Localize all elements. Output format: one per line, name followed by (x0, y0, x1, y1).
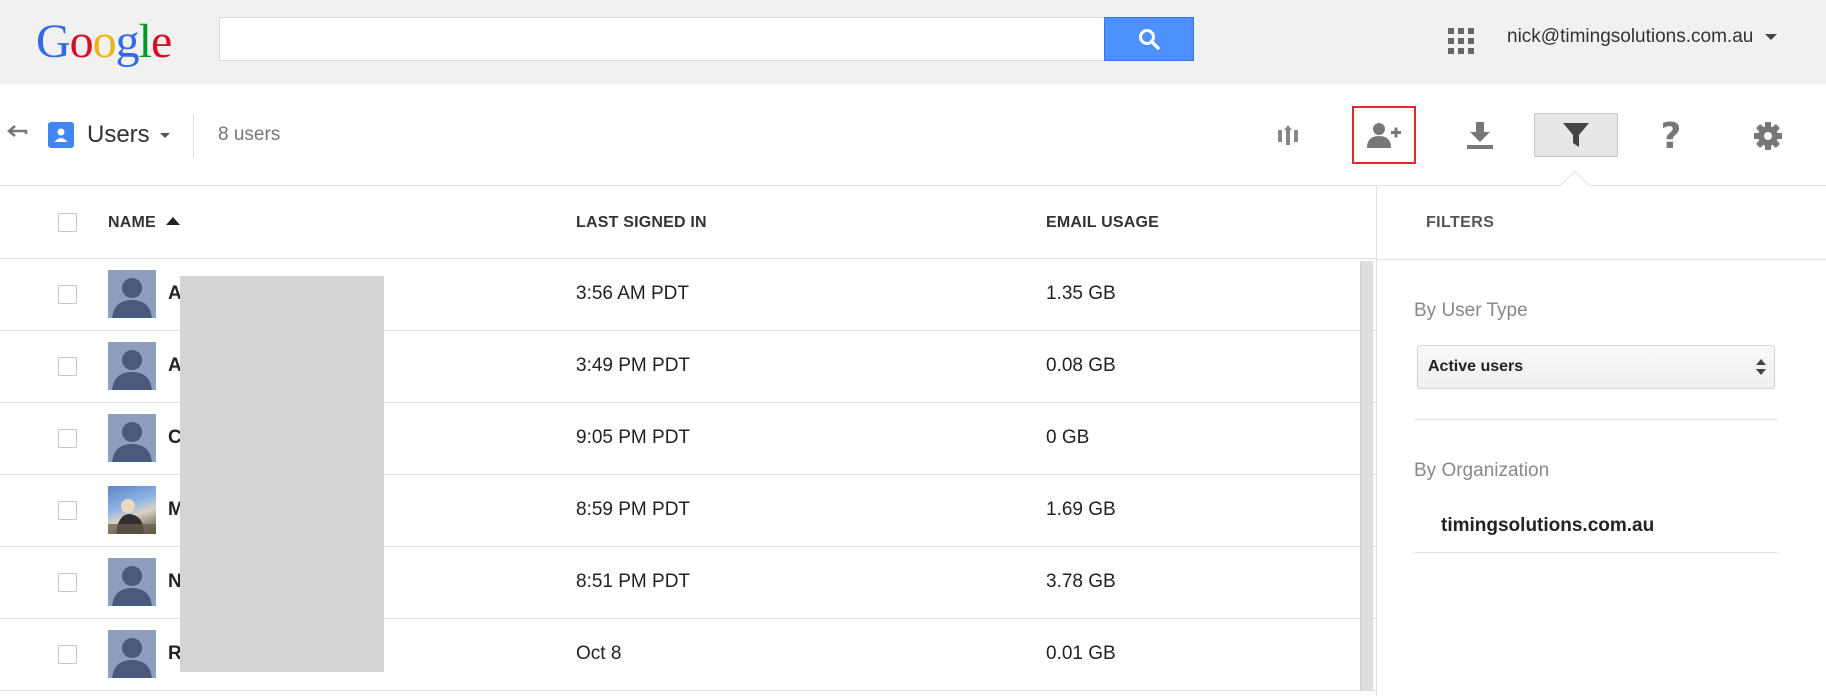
chevron-down-icon (159, 133, 170, 139)
account-email: nick@timingsolutions.com.au (1507, 26, 1754, 47)
settings-button[interactable] (1750, 108, 1786, 164)
divider (193, 114, 194, 158)
search-icon (1139, 29, 1160, 50)
last-signed-in: 3:49 PM PDT (576, 355, 691, 376)
by-organization-label: By Organization (1414, 460, 1550, 481)
toolbar: Users 8 users ? (0, 84, 1826, 186)
row-checkbox[interactable] (58, 357, 77, 376)
last-signed-in: 3:56 AM PDT (576, 283, 689, 304)
add-user-button[interactable] (1352, 106, 1416, 164)
search-input[interactable] (219, 17, 1105, 61)
google-logo[interactable]: Google (36, 14, 172, 70)
sort-icon (1278, 125, 1298, 145)
default-avatar-icon (112, 638, 152, 678)
gear-icon (1754, 122, 1782, 150)
user-type-select[interactable]: Active users (1417, 345, 1775, 389)
row-checkbox[interactable] (58, 645, 77, 664)
email-usage: 0.01 GB (1046, 643, 1116, 664)
help-button[interactable]: ? (1656, 108, 1686, 164)
table-header: NAME LAST SIGNED IN EMAIL USAGE (0, 186, 1376, 259)
divider (1414, 419, 1778, 420)
default-avatar-icon (112, 566, 152, 606)
search-button[interactable] (1104, 17, 1194, 61)
default-avatar-icon (112, 278, 152, 318)
select-all-checkbox[interactable] (58, 213, 77, 232)
redaction-block (180, 276, 384, 672)
user-count: 8 users (218, 124, 281, 145)
logo-letter: e (151, 15, 172, 68)
default-avatar-icon (112, 350, 152, 390)
email-usage: 3.78 GB (1046, 571, 1116, 592)
divider (1377, 259, 1826, 260)
apps-grid-icon[interactable] (1448, 28, 1474, 54)
avatar-photo (108, 486, 156, 534)
photo-avatar-icon (108, 499, 156, 534)
chevron-down-icon (1765, 33, 1778, 40)
logo-letter: g (115, 15, 140, 68)
default-avatar-icon (112, 422, 152, 462)
back-arrow-icon[interactable] (6, 120, 34, 144)
email-usage: 0.08 GB (1046, 355, 1116, 376)
section-title: Users (87, 121, 150, 148)
logo-letter: G (36, 15, 71, 68)
download-users-button[interactable] (1462, 108, 1498, 164)
top-bar: Google nick@timingsolutions.com.au (0, 0, 1826, 84)
email-usage: 1.69 GB (1046, 499, 1116, 520)
logo-letter: o (69, 15, 94, 68)
avatar (108, 270, 156, 318)
divider (1414, 552, 1778, 553)
avatar (108, 558, 156, 606)
select-arrows-icon (1756, 359, 1766, 377)
avatar (108, 414, 156, 462)
users-app-icon (48, 122, 74, 148)
column-header-name[interactable]: NAME (108, 214, 180, 232)
last-signed-in: 9:05 PM PDT (576, 427, 691, 448)
add-user-icon (1367, 123, 1401, 148)
filters-panel: FILTERS By User Type Active users By Org… (1376, 186, 1826, 696)
by-user-type-label: By User Type (1414, 300, 1528, 321)
person-icon (54, 128, 68, 142)
filter-icon (1563, 123, 1589, 147)
filter-button[interactable] (1534, 113, 1618, 157)
row-checkbox[interactable] (58, 501, 77, 520)
organization-item[interactable]: timingsolutions.com.au (1441, 515, 1654, 537)
column-label: NAME (108, 214, 156, 231)
row-checkbox[interactable] (58, 573, 77, 592)
sort-columns-button[interactable] (1270, 108, 1306, 164)
avatar (108, 630, 156, 678)
sort-ascending-icon (165, 216, 180, 225)
row-checkbox[interactable] (58, 429, 77, 448)
column-header-last-signed-in[interactable]: LAST SIGNED IN (576, 214, 707, 232)
email-usage: 1.35 GB (1046, 283, 1116, 304)
avatar (108, 342, 156, 390)
column-header-email-usage[interactable]: EMAIL USAGE (1046, 214, 1159, 232)
last-signed-in: 8:59 PM PDT (576, 499, 691, 520)
logo-letter: o (92, 15, 117, 68)
last-signed-in: Oct 8 (576, 643, 622, 664)
user-type-selected: Active users (1428, 358, 1524, 375)
row-checkbox[interactable] (58, 285, 77, 304)
download-icon (1467, 122, 1493, 149)
section-switcher[interactable]: Users (87, 121, 170, 149)
account-menu[interactable]: nick@timingsolutions.com.au (1507, 26, 1778, 48)
help-icon: ? (1660, 115, 1682, 157)
filters-title: FILTERS (1426, 214, 1495, 231)
table-scrollbar[interactable] (1360, 261, 1373, 691)
last-signed-in: 8:51 PM PDT (576, 571, 691, 592)
logo-letter: l (138, 15, 152, 68)
email-usage: 0 GB (1046, 427, 1090, 448)
